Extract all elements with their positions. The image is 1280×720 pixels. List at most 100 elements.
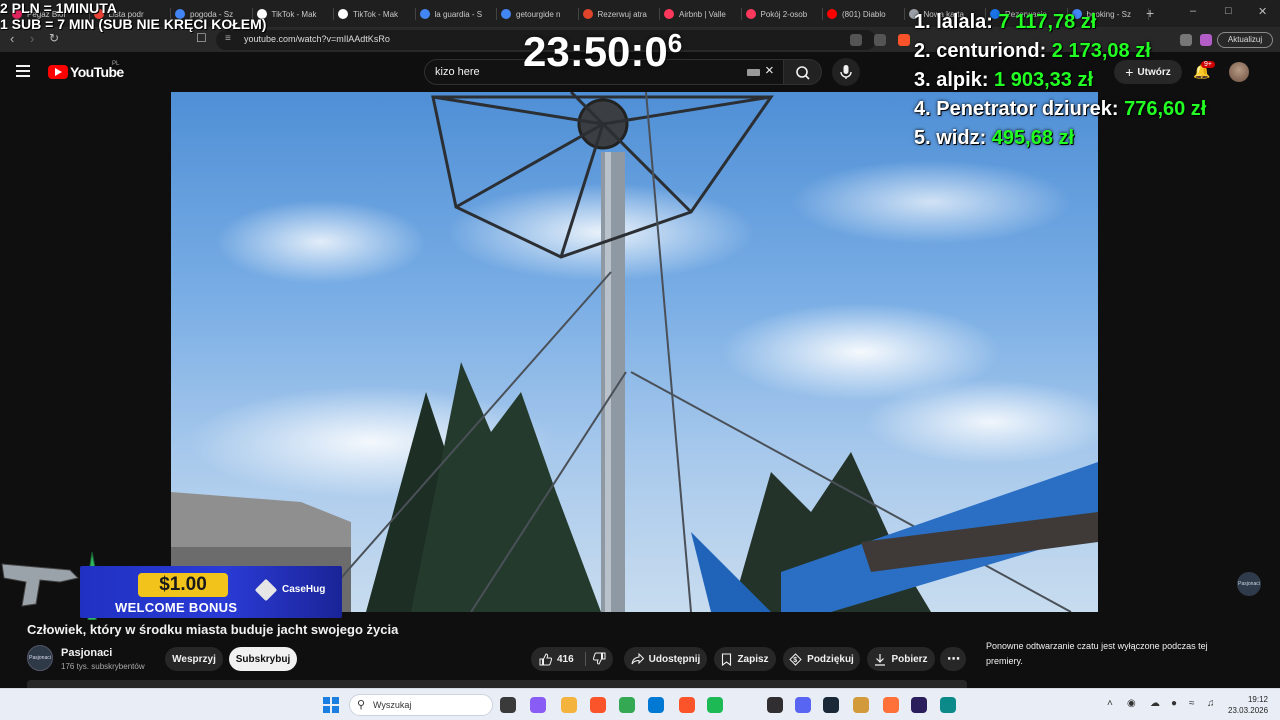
- forward-icon[interactable]: ›: [30, 31, 34, 46]
- browser-tab[interactable]: Pokój 2-osob: [745, 4, 820, 24]
- leaderboard-name: 3. alpik:: [914, 69, 989, 91]
- discord-icon[interactable]: [795, 697, 811, 713]
- site-info-icon[interactable]: ≡: [225, 33, 231, 44]
- clear-search-icon[interactable]: ×: [765, 62, 774, 79]
- tray-overflow-icon[interactable]: ˄: [1107, 698, 1113, 709]
- search-icon: [796, 66, 810, 80]
- wifi-icon[interactable]: ≈: [1189, 698, 1195, 709]
- voice-search-button[interactable]: [832, 58, 860, 86]
- bookmark-icon[interactable]: ☐: [196, 31, 207, 45]
- brave-icon[interactable]: [590, 697, 606, 713]
- brave-shields-icon[interactable]: [898, 34, 910, 46]
- thanks-label: Podziękuj: [807, 653, 854, 665]
- channel-avatar[interactable]: Pasjonaci: [27, 645, 53, 671]
- timer-main: 23:50:0: [523, 28, 668, 75]
- ad-banner[interactable]: $1.00 WELCOME BONUS CaseHug: [0, 552, 342, 620]
- share-button[interactable]: Udostępnij: [624, 647, 707, 671]
- more-actions-button[interactable]: ⋯: [940, 647, 966, 671]
- tab-separator: [333, 8, 334, 20]
- tab-label: (801) Diablo: [842, 9, 886, 19]
- volume-icon[interactable]: ♫: [1207, 698, 1215, 709]
- tab-label: la guardia - S: [434, 9, 483, 19]
- tab-favicon-icon: [664, 9, 674, 19]
- player-letterbox-left: [0, 92, 171, 612]
- spotify-icon[interactable]: [707, 697, 723, 713]
- taskbar-search-input[interactable]: ⚲ Wyszukaj: [349, 694, 493, 716]
- tab-favicon-icon: [338, 9, 348, 19]
- tray-cloud-icon[interactable]: ☁: [1150, 698, 1160, 709]
- windows-start-icon[interactable]: [323, 697, 339, 713]
- share-page-icon[interactable]: [874, 34, 886, 46]
- ad-amount: $1.00: [138, 573, 228, 597]
- notepad-icon[interactable]: [853, 697, 869, 713]
- menu-icon[interactable]: [16, 65, 30, 77]
- tray-app-icon[interactable]: ◉: [1127, 698, 1136, 709]
- clock-time: 19:12: [1247, 695, 1268, 704]
- back-icon[interactable]: ‹: [10, 31, 14, 46]
- reload-icon[interactable]: ↻: [49, 31, 59, 45]
- subscribe-button[interactable]: Subskrybuj: [229, 647, 297, 671]
- firefox-icon[interactable]: [883, 697, 899, 713]
- thumbs-up-icon: [539, 652, 552, 665]
- leaderboard-amount: 2 173,08 zł: [1051, 40, 1151, 62]
- search-value: kizo here: [435, 66, 480, 78]
- like-divider: [585, 652, 586, 666]
- leaderboard-row: 3. alpik: 1 903,33 zł: [914, 66, 1280, 95]
- browser-tab[interactable]: TikTok - Mak: [338, 4, 412, 24]
- country-code: PL: [112, 61, 120, 67]
- thumbs-down-icon: [592, 652, 606, 665]
- timer-digit: 6: [667, 28, 683, 58]
- store-icon[interactable]: [648, 697, 664, 713]
- browser-tab[interactable]: (801) Diablo: [827, 4, 901, 24]
- brave-alt-icon[interactable]: [679, 697, 695, 713]
- browser-tab[interactable]: getourgide n: [501, 4, 575, 24]
- description-box[interactable]: [27, 680, 967, 688]
- premiere-icon[interactable]: [911, 697, 927, 713]
- browser-tab[interactable]: Airbnb | Valle: [664, 4, 738, 24]
- taskbar-clock[interactable]: 19:12 23.03.2026: [1228, 694, 1268, 716]
- search-button[interactable]: [784, 59, 822, 85]
- tab-label: TikTok - Mak: [353, 9, 399, 19]
- tab-favicon-icon: [419, 9, 430, 19]
- thanks-button[interactable]: $ Podziękuj: [783, 647, 860, 671]
- tab-favicon-icon: [501, 9, 511, 19]
- task-view-icon[interactable]: [500, 697, 516, 713]
- save-label: Zapisz: [737, 653, 769, 665]
- cast-icon[interactable]: [850, 34, 862, 46]
- leaderboard-amount: 495,68 zł: [991, 127, 1075, 149]
- browser-tab[interactable]: la guardia - S: [419, 4, 494, 24]
- youtube-logo-icon[interactable]: [48, 65, 68, 79]
- channel-name[interactable]: Pasjonaci: [61, 647, 112, 659]
- stream-timer: 23:50:06: [523, 28, 682, 76]
- leaderboard-amount: 7 117,78 zł: [998, 11, 1097, 33]
- download-button[interactable]: Pobierz: [867, 647, 935, 671]
- tab-favicon-icon: [582, 9, 593, 19]
- svg-text:$: $: [793, 657, 797, 664]
- donation-leaderboard: 1. lalala: 7 117,78 zł 2. centuriond: 2 1…: [914, 8, 1280, 153]
- support-button[interactable]: Wesprzyj: [165, 647, 223, 671]
- save-button[interactable]: Zapisz: [714, 647, 776, 671]
- edge-icon[interactable]: [940, 697, 956, 713]
- channel-watermark[interactable]: Pasjonaci: [1237, 572, 1261, 596]
- chrome-icon[interactable]: [619, 697, 635, 713]
- dislike-button[interactable]: [592, 652, 606, 668]
- copilot-icon[interactable]: [530, 697, 546, 713]
- keyboard-icon[interactable]: [747, 69, 760, 76]
- leaderboard-name: 5. widz:: [914, 127, 987, 149]
- like-button[interactable]: 416: [539, 652, 574, 666]
- like-count: 416: [557, 653, 574, 665]
- download-label: Pobierz: [891, 653, 928, 665]
- video-title: Człowiek, który w środku miasta buduje j…: [27, 622, 399, 637]
- video-frame-antenna-mast: [171, 92, 1098, 612]
- file-explorer-icon[interactable]: [561, 697, 577, 713]
- tab-label: Rezerwuj atra: [597, 9, 647, 19]
- browser-tab[interactable]: Rezerwuj atra: [582, 4, 657, 24]
- tab-favicon-icon: [745, 9, 756, 19]
- tab-label: Pokój 2-osob: [760, 9, 808, 19]
- leaderboard-amount: 776,60 zł: [1124, 98, 1207, 120]
- more-dots-icon: ⋯: [947, 651, 960, 666]
- tray-mic-icon[interactable]: ●: [1171, 698, 1177, 709]
- steam-icon[interactable]: [823, 697, 839, 713]
- video-player[interactable]: [171, 92, 1098, 612]
- obs-icon[interactable]: [767, 697, 783, 713]
